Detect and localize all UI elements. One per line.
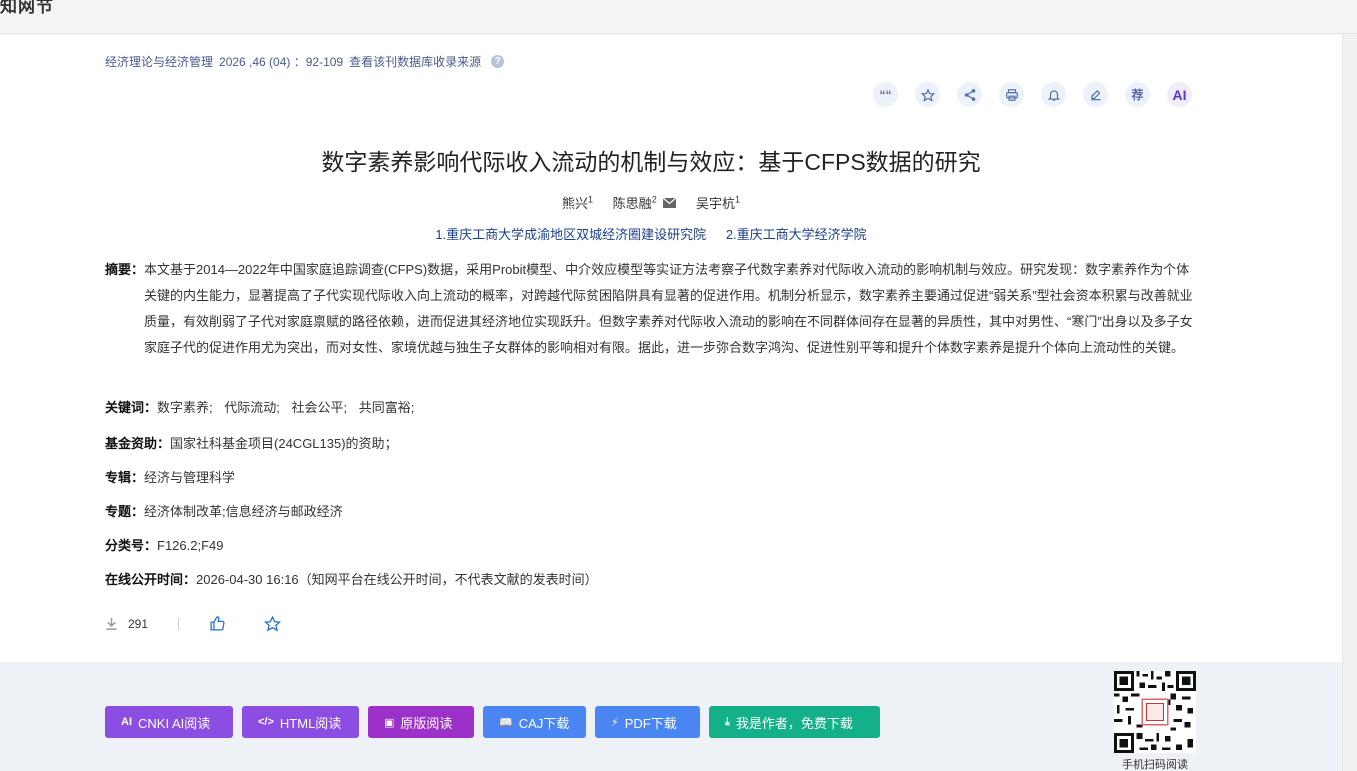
bell-icon[interactable] bbox=[1041, 82, 1066, 107]
keywords-row: 关键词： 数字素养; 代际流动; 社会公平; 共同富裕; bbox=[105, 395, 422, 421]
mail-icon[interactable] bbox=[662, 197, 677, 208]
journal-link[interactable]: 经济理论与经济管理 bbox=[105, 53, 213, 70]
cnki-ai-read-button[interactable]: AI CNKI AI阅读 bbox=[105, 706, 233, 738]
quote-icon[interactable]: ““ bbox=[873, 82, 898, 107]
edit-icon[interactable] bbox=[1083, 82, 1108, 107]
keywords-label: 关键词： bbox=[105, 400, 158, 415]
download-count: 291 bbox=[128, 616, 149, 631]
pdf-icon: ⚡ bbox=[611, 716, 619, 729]
reading-footer: AI CNKI AI阅读 </> HTML阅读 ▣ 原版阅读 📖 CAJ下载 ⚡… bbox=[0, 662, 1342, 771]
original-read-button[interactable]: ▣ 原版阅读 bbox=[368, 706, 474, 738]
qr-caption: 手机扫码阅读 bbox=[1122, 759, 1188, 771]
author-link[interactable]: 熊兴1 bbox=[562, 195, 593, 211]
affiliation-link[interactable]: 1.重庆工商大学成渝地区双城经济圈建设研究院 bbox=[435, 227, 706, 242]
thumbs-up-icon[interactable] bbox=[209, 615, 226, 632]
album-row: 专辑： 经济与管理科学 bbox=[105, 465, 235, 491]
keyword-link[interactable]: 代际流动; bbox=[224, 400, 280, 415]
author-link[interactable]: 吴宇杭1 bbox=[696, 195, 740, 211]
caj-download-button[interactable]: 📖 CAJ下载 bbox=[483, 706, 586, 738]
favorite-icon[interactable] bbox=[915, 82, 940, 107]
article-title: 数字素养影响代际收入流动的机制与效应：基于CFPS数据的研究 bbox=[321, 149, 981, 175]
divider bbox=[178, 617, 180, 630]
ai-read-icon: AI bbox=[121, 716, 132, 728]
toolbar: ““ 荐 AI bbox=[873, 82, 1192, 107]
scrollbar[interactable] bbox=[1342, 35, 1357, 771]
affiliation-link[interactable]: 2.重庆工商大学经济学院 bbox=[726, 227, 867, 242]
affiliation-list: 1.重庆工商大学成渝地区双城经济圈建设研究院 2.重庆工商大学经济学院 bbox=[0, 224, 1302, 243]
qr-code bbox=[1114, 671, 1196, 753]
stats-bar: 291 bbox=[104, 615, 282, 632]
keyword-link[interactable]: 社会公平; bbox=[292, 400, 348, 415]
topic-value: 经济体制改革;信息经济与邮政经济 bbox=[144, 504, 343, 519]
book-icon: 📖 bbox=[499, 716, 513, 729]
fund-row: 基金资助： 国家社科基金项目(24CGL135)的资助； bbox=[105, 431, 398, 457]
album-value: 经济与管理科学 bbox=[144, 470, 236, 485]
db-source-link[interactable]: 查看该刊数据库收录来源 bbox=[349, 53, 481, 70]
ai-icon[interactable]: AI bbox=[1167, 82, 1192, 107]
keyword-link[interactable]: 共同富裕; bbox=[359, 400, 415, 415]
print-icon[interactable] bbox=[999, 82, 1024, 107]
class-row: 分类号： F126.2;F49 bbox=[105, 533, 224, 559]
author-link[interactable]: 陈思融2 bbox=[613, 195, 680, 211]
class-value: F126.2;F49 bbox=[157, 538, 224, 553]
site-title: 知网节 bbox=[0, 0, 54, 16]
article-main: 经济理论与经济管理 2026 ,46 (04) ：92-109 查看该刊数据库收… bbox=[0, 35, 1342, 662]
recommend-icon[interactable]: 荐 bbox=[1125, 82, 1150, 107]
code-icon: </> bbox=[258, 716, 274, 728]
html-read-button[interactable]: </> HTML阅读 bbox=[242, 706, 359, 738]
online-row: 在线公开时间： 2026-04-30 16:16（知网平台在线公开时间，不代表文… bbox=[105, 567, 598, 593]
online-label: 在线公开时间： bbox=[105, 572, 197, 587]
fund-link[interactable]: 国家社科基金项目(24CGL135)的资助； bbox=[170, 431, 398, 457]
download-box-icon: ⤓ bbox=[725, 715, 730, 728]
top-bar: 知网节 bbox=[0, 0, 1357, 34]
book-open-icon: ▣ bbox=[384, 716, 395, 729]
download-icon bbox=[104, 616, 119, 631]
share-icon[interactable] bbox=[957, 82, 982, 107]
abstract-text: 本文基于2014—2022年中国家庭追踪调查(CFPS)数据，采用Probit模… bbox=[144, 262, 1193, 355]
topic-label: 专题： bbox=[105, 504, 145, 519]
abstract-label: 摘要： bbox=[105, 262, 145, 277]
help-icon[interactable]: ? bbox=[491, 55, 505, 68]
keyword-link[interactable]: 数字素养; bbox=[157, 400, 213, 415]
read-download-buttons: AI CNKI AI阅读 </> HTML阅读 ▣ 原版阅读 📖 CAJ下载 ⚡… bbox=[105, 706, 880, 738]
pdf-download-button[interactable]: ⚡ PDF下载 bbox=[595, 706, 700, 738]
author-free-download-button[interactable]: ⤓ 我是作者，免费下载 bbox=[709, 706, 880, 738]
abstract-row: 摘要： 本文基于2014—2022年中国家庭追踪调查(CFPS)数据，采用Pro… bbox=[105, 257, 1200, 361]
star-icon[interactable] bbox=[264, 615, 282, 632]
album-label: 专辑： bbox=[105, 470, 145, 485]
source-line: 经济理论与经济管理 2026 ,46 (04) ：92-109 查看该刊数据库收… bbox=[105, 53, 505, 70]
class-label: 分类号： bbox=[105, 538, 158, 553]
author-list: 熊兴1 陈思融2 吴宇杭1 bbox=[0, 193, 1302, 212]
fund-label: 基金资助： bbox=[105, 436, 171, 451]
online-value: 2026-04-30 16:16（知网平台在线公开时间，不代表文献的发表时间） bbox=[196, 572, 598, 587]
issue-info[interactable]: 2026 ,46 (04) ：92-109 bbox=[219, 53, 343, 70]
topic-row: 专题： 经济体制改革;信息经济与邮政经济 bbox=[105, 499, 343, 525]
